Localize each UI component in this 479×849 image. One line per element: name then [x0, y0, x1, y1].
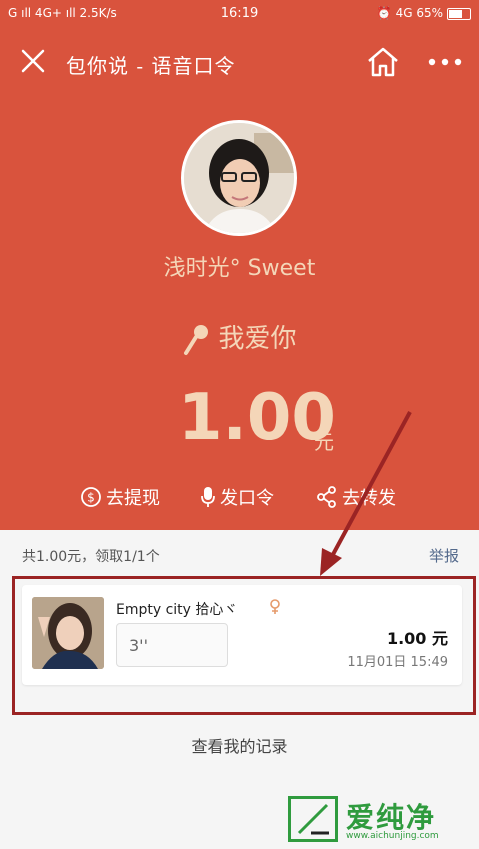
action-bar: $ 去提现 发口令 去转发	[0, 484, 479, 512]
battery-status: ⏰ 4G 65%	[376, 6, 443, 20]
svg-text:$: $	[87, 491, 95, 505]
sender-avatar	[181, 120, 297, 236]
highlight-box	[12, 576, 476, 715]
watermark-logo: 爱纯净 www.aichunjing.com	[288, 796, 478, 848]
watermark-box-icon	[288, 796, 338, 842]
view-my-records-link[interactable]: 查看我的记录	[0, 733, 479, 757]
navbar: 包你说 - 语音口令	[0, 36, 479, 88]
watermark-url: www.aichunjing.com	[346, 831, 439, 841]
sender-name: 浅时光° Sweet	[163, 256, 316, 281]
dollar-icon: $	[81, 487, 101, 507]
microphone-icon	[184, 324, 209, 355]
battery-icon	[447, 8, 471, 20]
amount-value: 1.00	[178, 381, 336, 455]
claim-summary: 共1.00元，领取1/1个 举报	[0, 530, 479, 578]
withdraw-button[interactable]: $ 去提现	[80, 484, 160, 510]
send-voice-command-button[interactable]: 发口令	[200, 484, 274, 510]
status-bar: G ıll 4G+ ıll 2.5K/s 16:19 ⏰ 4G 65%	[0, 0, 479, 28]
close-icon[interactable]	[20, 48, 46, 74]
claim-summary-text: 共1.00元，领取1/1个	[22, 549, 160, 565]
more-icon[interactable]	[428, 58, 462, 66]
voice-phrase: 我爱你	[0, 318, 479, 357]
withdraw-label: 去提现	[106, 488, 160, 509]
send-voice-command-label: 发口令	[220, 488, 274, 509]
amount-unit: 元	[314, 430, 334, 454]
watermark-name: 爱纯净	[346, 801, 437, 834]
home-icon[interactable]	[366, 46, 400, 78]
red-envelope-header: G ıll 4G+ ıll 2.5K/s 16:19 ⏰ 4G 65% 包你说 …	[0, 0, 479, 530]
phrase-text: 我爱你	[218, 324, 297, 354]
microphone-icon	[201, 487, 215, 507]
page-title: 包你说 - 语音口令	[66, 54, 236, 78]
report-link[interactable]: 举报	[429, 545, 459, 566]
share-icon	[317, 486, 336, 508]
share-label: 去转发	[342, 488, 396, 509]
share-button[interactable]: 去转发	[316, 484, 396, 510]
